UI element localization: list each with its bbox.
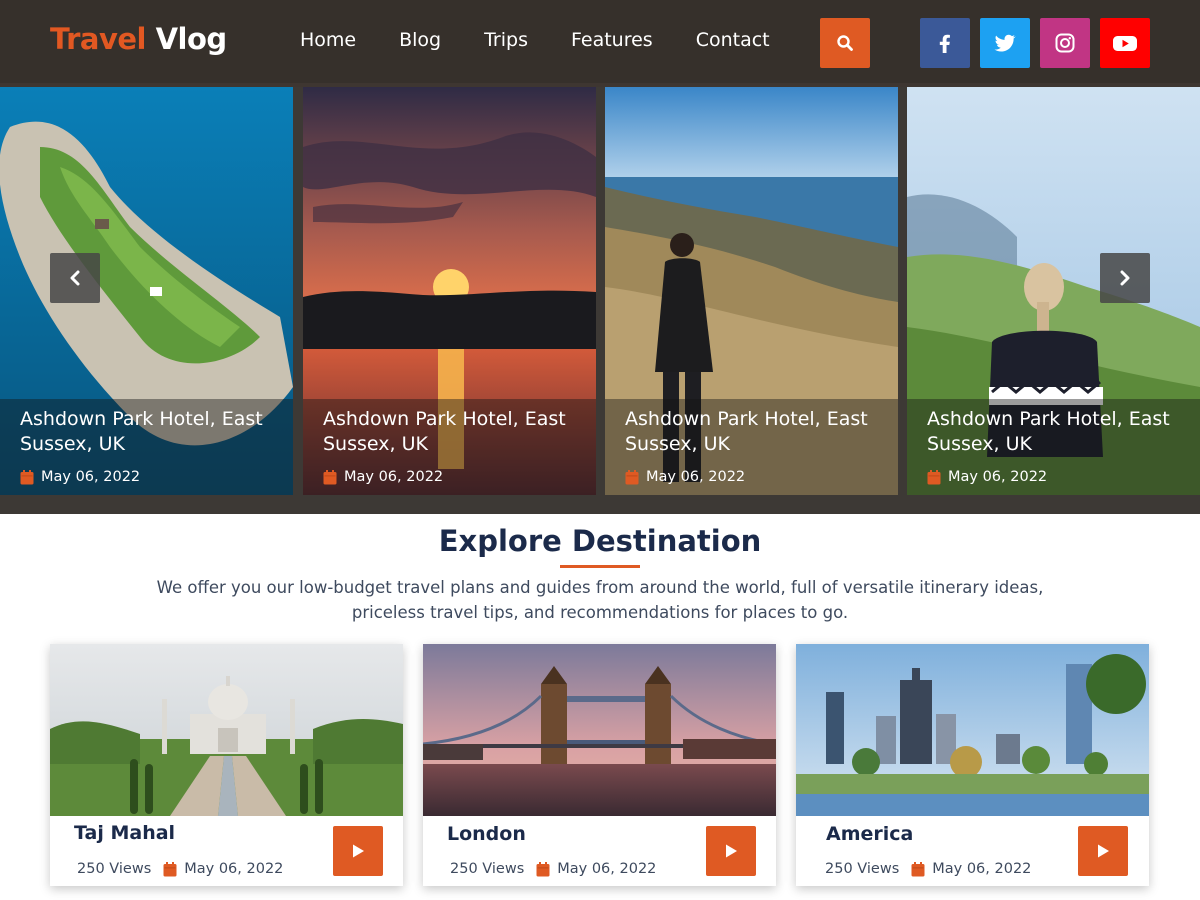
hero-slide[interactable]: Ashdown Park Hotel, East Sussex, UK May … [0, 87, 293, 495]
hero-slide[interactable]: Ashdown Park Hotel, East Sussex, UK May … [605, 87, 898, 495]
logo-travel: Travel [50, 22, 146, 56]
destination-card[interactable]: Taj Mahal 250 Views May 06, 2022 [50, 644, 403, 886]
card-date: May 06, 2022 [557, 861, 657, 877]
section-description: We offer you our low-budget travel plans… [156, 578, 1044, 622]
slide-title[interactable]: Ashdown Park Hotel, East Sussex, UK [625, 407, 885, 457]
card-title[interactable]: London [447, 823, 526, 845]
chevron-left-icon [70, 270, 80, 286]
facebook-icon [939, 34, 950, 53]
play-icon [726, 844, 737, 858]
destination-card[interactable]: London 250 Views May 06, 2022 [423, 644, 776, 886]
hero-slider: Ashdown Park Hotel, East Sussex, UK May … [0, 87, 1200, 514]
play-button[interactable] [706, 826, 756, 876]
hero-slide[interactable]: Ashdown Park Hotel, East Sussex, UK May … [907, 87, 1200, 495]
twitter-button[interactable] [980, 18, 1030, 68]
hero-slide[interactable]: Ashdown Park Hotel, East Sussex, UK May … [303, 87, 596, 495]
main-nav: Home Blog Trips Features Contact [300, 29, 813, 51]
play-icon [1098, 844, 1109, 858]
slide-date-text: May 06, 2022 [948, 469, 1048, 485]
section-title: Explore Destination [438, 524, 762, 558]
instagram-icon [1055, 33, 1075, 53]
slide-date: May 06, 2022 [625, 469, 745, 485]
site-logo[interactable]: Travel Vlog [50, 22, 227, 56]
calendar-icon [927, 469, 941, 484]
card-meta: 250 Views May 06, 2022 [77, 861, 283, 877]
play-button[interactable] [333, 826, 383, 876]
instagram-button[interactable] [1040, 18, 1090, 68]
city-skyline-image [796, 644, 1149, 816]
search-icon [837, 35, 853, 51]
nav-trips[interactable]: Trips [484, 29, 528, 51]
nav-contact[interactable]: Contact [696, 29, 770, 51]
calendar-icon [323, 469, 337, 484]
youtube-icon [1113, 36, 1137, 51]
slide-title[interactable]: Ashdown Park Hotel, East Sussex, UK [20, 407, 280, 457]
card-views: 250 Views [450, 861, 525, 877]
slide-date: May 06, 2022 [20, 469, 140, 485]
card-date: May 06, 2022 [932, 861, 1032, 877]
play-icon [353, 844, 364, 858]
youtube-button[interactable] [1100, 18, 1150, 68]
taj-mahal-image [50, 644, 403, 816]
card-meta: 250 Views May 06, 2022 [825, 861, 1031, 877]
slide-date: May 06, 2022 [927, 469, 1047, 485]
slide-caption: Ashdown Park Hotel, East Sussex, UK May … [605, 399, 898, 495]
slider-next-button[interactable] [1100, 253, 1150, 303]
nav-blog[interactable]: Blog [399, 29, 441, 51]
slide-date: May 06, 2022 [323, 469, 443, 485]
social-links [920, 18, 1150, 68]
play-button[interactable] [1078, 826, 1128, 876]
slider-prev-button[interactable] [50, 253, 100, 303]
slide-date-text: May 06, 2022 [646, 469, 746, 485]
twitter-icon [994, 34, 1016, 52]
logo-vlog: Vlog [155, 22, 228, 56]
card-meta: 250 Views May 06, 2022 [450, 861, 656, 877]
card-views: 250 Views [825, 861, 900, 877]
slide-caption: Ashdown Park Hotel, East Sussex, UK May … [303, 399, 596, 495]
card-date: May 06, 2022 [184, 861, 284, 877]
card-views: 250 Views [77, 861, 152, 877]
calendar-icon [163, 861, 177, 876]
facebook-button[interactable] [920, 18, 970, 68]
slide-title[interactable]: Ashdown Park Hotel, East Sussex, UK [323, 407, 583, 457]
calendar-icon [20, 469, 34, 484]
chevron-right-icon [1120, 270, 1130, 286]
destination-card[interactable]: America 250 Views May 06, 2022 [796, 644, 1149, 886]
card-title[interactable]: Taj Mahal [74, 822, 175, 844]
site-header: Travel Vlog Home Blog Trips Features Con… [0, 0, 1200, 87]
search-button[interactable] [820, 18, 870, 68]
nav-features[interactable]: Features [571, 29, 653, 51]
nav-home[interactable]: Home [300, 29, 356, 51]
slide-caption: Ashdown Park Hotel, East Sussex, UK May … [0, 399, 293, 495]
slide-caption: Ashdown Park Hotel, East Sussex, UK May … [907, 399, 1200, 495]
calendar-icon [536, 861, 550, 876]
slide-date-text: May 06, 2022 [344, 469, 444, 485]
card-title[interactable]: America [826, 823, 913, 845]
calendar-icon [625, 469, 639, 484]
calendar-icon [911, 861, 925, 876]
tower-bridge-image [423, 644, 776, 816]
title-underline [560, 565, 640, 568]
slide-date-text: May 06, 2022 [41, 469, 141, 485]
slide-title[interactable]: Ashdown Park Hotel, East Sussex, UK [927, 407, 1187, 457]
